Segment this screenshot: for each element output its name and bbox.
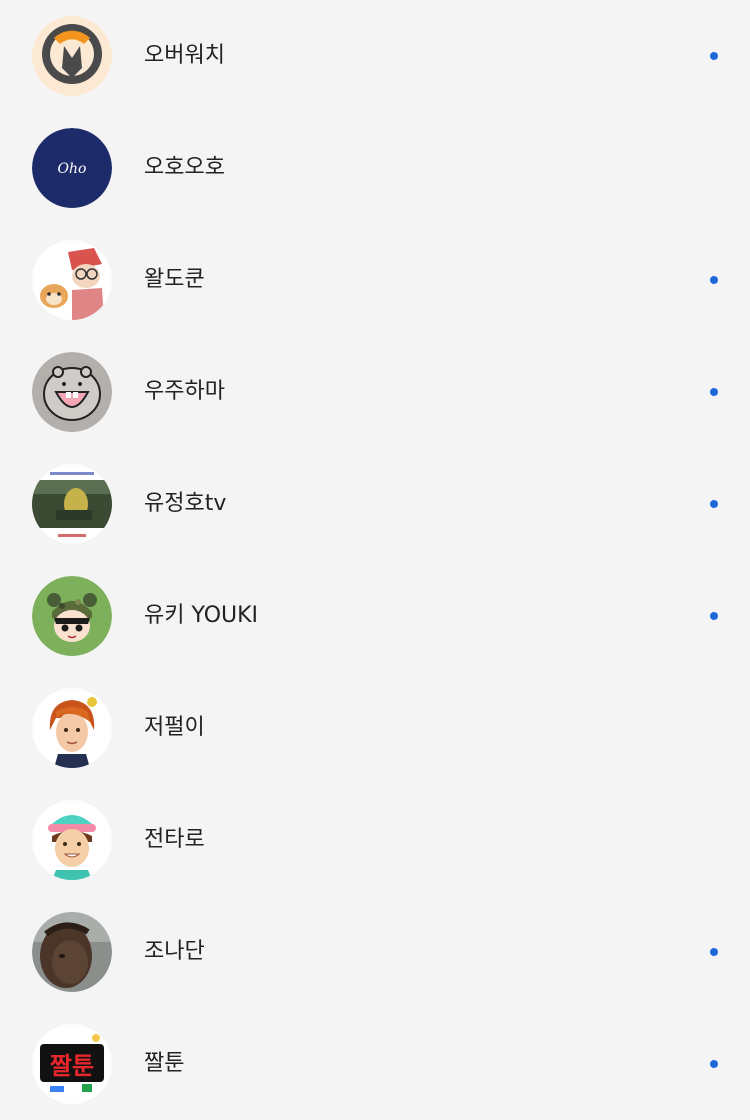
new-content-dot — [710, 1060, 718, 1068]
channel-row[interactable]: 유정호tv — [0, 448, 750, 560]
channel-list: 오버워치 Oho 오호오호 왈도쿤 우주하마 유정호tv 유키 YOUKI 저펄… — [0, 0, 750, 1111]
channel-name: 우주하마 — [144, 379, 225, 404]
channel-row[interactable]: 우주하마 — [0, 336, 750, 448]
channel-name: 전타로 — [144, 827, 205, 852]
new-content-dot — [710, 276, 718, 284]
overwatch-logo-icon — [32, 16, 112, 96]
new-content-dot — [710, 612, 718, 620]
channel-name: 조나단 — [144, 939, 205, 964]
channel-name: 오버워치 — [144, 43, 225, 68]
new-content-dot — [710, 52, 718, 60]
channel-name: 유키 YOUKI — [144, 603, 259, 628]
channel-row[interactable]: 조나단 — [0, 896, 750, 1008]
new-content-dot — [710, 500, 718, 508]
channel-row[interactable]: 짤툰 짤툰 — [0, 1008, 750, 1120]
channel-row[interactable]: 왈도쿤 — [0, 224, 750, 336]
channel-name: 왈도쿤 — [144, 267, 205, 292]
channel-row[interactable]: 저펄이 — [0, 672, 750, 784]
mint-hat-character-icon — [32, 800, 112, 880]
channel-name: 오호오호 — [144, 155, 225, 180]
channel-row[interactable]: Oho 오호오호 — [0, 112, 750, 224]
avatar-text: Oho — [58, 161, 87, 177]
jjaltoon-logo-icon: 짤툰 — [32, 1024, 112, 1104]
new-content-dot — [710, 948, 718, 956]
orange-hair-character-icon — [32, 688, 112, 768]
waldokun-character-icon — [32, 240, 112, 320]
hippo-face-icon — [32, 352, 112, 432]
channel-name: 짤툰 — [144, 1051, 185, 1076]
new-content-dot — [710, 388, 718, 396]
channel-row[interactable]: 오버워치 — [0, 0, 750, 112]
youki-character-icon — [32, 576, 112, 656]
channel-name: 유정호tv — [144, 491, 227, 516]
channel-row[interactable]: 유키 YOUKI — [0, 560, 750, 672]
oho-logo-icon: Oho — [32, 128, 112, 208]
channel-name: 저펄이 — [144, 715, 205, 740]
channel-row[interactable]: 전타로 — [0, 784, 750, 896]
game-scene-icon — [32, 464, 112, 544]
person-photo-icon — [32, 912, 112, 992]
avatar-text: 짤툰 — [50, 1052, 94, 1080]
